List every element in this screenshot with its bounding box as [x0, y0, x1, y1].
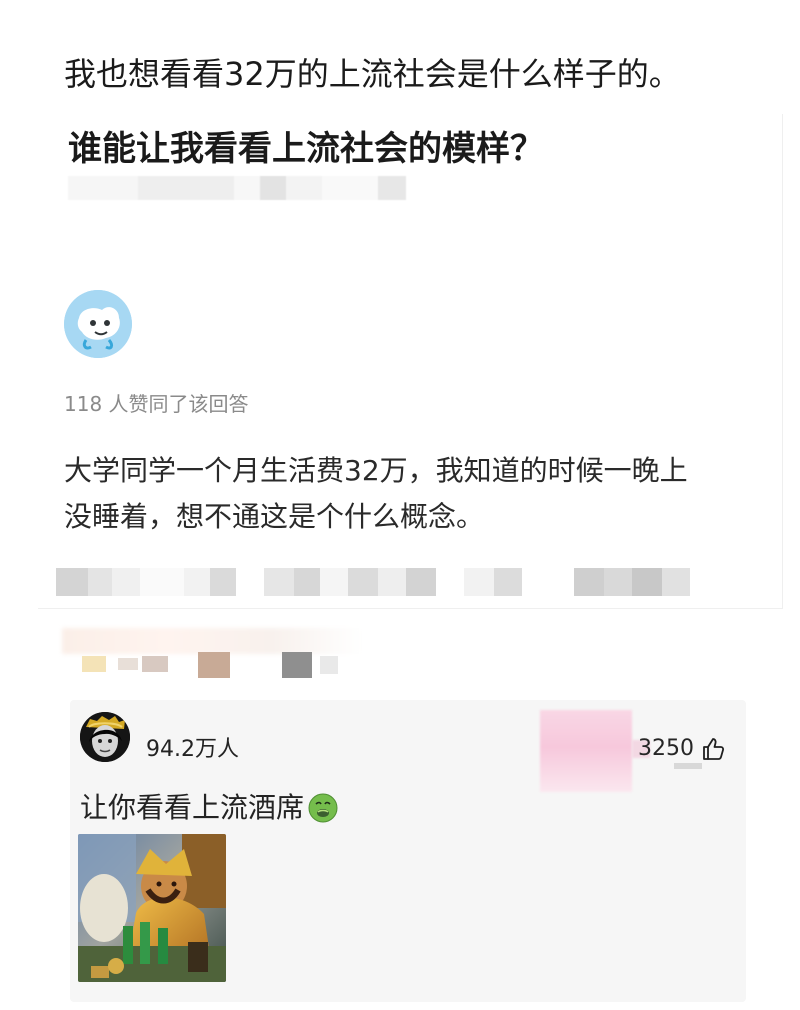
question-title[interactable]: 谁能让我看看上流社会的模样？ — [68, 126, 544, 172]
thumb-up-svg — [703, 738, 725, 760]
redaction-block — [320, 656, 338, 674]
redaction-block — [264, 568, 294, 596]
post-caption: 我也想看看32万的上流社会是什么样子的。 — [64, 55, 681, 93]
banquet-photo[interactable] — [78, 834, 226, 982]
question-meta-redaction — [68, 172, 428, 204]
redaction-block — [604, 568, 632, 596]
like-button[interactable]: 3250 — [638, 734, 726, 769]
cartoon-avatar-svg — [64, 290, 132, 358]
redaction-block — [56, 568, 88, 596]
redaction-block — [378, 568, 406, 596]
comment-avatar-svg — [80, 712, 130, 762]
redaction-block — [68, 176, 138, 200]
redaction-block — [142, 656, 168, 672]
thumb-up-icon[interactable] — [700, 736, 726, 762]
user-avatar-icon[interactable] — [80, 712, 130, 762]
blurred-sticker — [540, 710, 632, 792]
comment-text: 让你看看上流酒席 — [80, 791, 305, 824]
banquet-photo-svg — [78, 834, 226, 982]
answer-text-line-1: 大学同学一个月生活费32万，我知道的时候一晚上 — [64, 454, 688, 487]
redaction-block — [322, 176, 378, 200]
redaction-block — [348, 568, 378, 596]
nauseated-face-svg — [308, 793, 338, 823]
upvote-count-note: 118 人赞同了该回答 — [64, 392, 249, 416]
like-count: 3250 — [638, 736, 702, 769]
answer-actions-redaction — [56, 565, 772, 599]
redaction-block — [662, 568, 690, 596]
redaction-block — [184, 568, 210, 596]
redaction-block — [112, 568, 140, 596]
commenter-name[interactable]: 94.2万人 — [146, 736, 239, 764]
question-answer-card: 谁能让我看看上流社会的模样？ 118 人赞同了该回答 大学同学一个月生活费32万… — [38, 114, 783, 609]
redaction-block — [198, 652, 230, 678]
screenshot-page: 我也想看看32万的上流社会是什么样子的。 谁能让我看看上流社会的模样？ 118 — [0, 0, 800, 1010]
middle-redaction — [62, 620, 382, 686]
redaction-block — [286, 176, 322, 200]
redaction-block — [494, 568, 522, 596]
redaction-block — [260, 176, 286, 200]
redaction-block — [320, 568, 348, 596]
redaction-block — [574, 568, 604, 596]
redaction-block — [406, 568, 436, 596]
redaction-block — [88, 568, 112, 596]
answer-text-line-2: 没睡着，想不通这是个什么概念。 — [64, 500, 485, 533]
redaction-block — [138, 176, 234, 200]
redaction-block — [294, 568, 320, 596]
redaction-block — [282, 652, 312, 678]
comment-card: 94.2万人 3250 让你看看上流酒席 — [70, 700, 746, 1002]
redaction-block — [236, 568, 264, 596]
redaction-block — [82, 656, 106, 672]
redaction-block — [522, 568, 574, 596]
redaction-block — [464, 568, 494, 596]
redaction-block — [436, 568, 464, 596]
comment-text-row: 让你看看上流酒席 — [80, 788, 338, 828]
redaction-block — [234, 176, 260, 200]
redaction-block — [118, 658, 138, 670]
blurred-text-smear — [62, 628, 362, 654]
redaction-block — [140, 568, 184, 596]
redaction-block — [378, 176, 406, 200]
cartoon-avatar-icon[interactable] — [64, 290, 132, 358]
nauseated-face-emoji-icon — [308, 793, 338, 823]
redaction-block — [210, 568, 236, 596]
redaction-block — [632, 568, 662, 596]
